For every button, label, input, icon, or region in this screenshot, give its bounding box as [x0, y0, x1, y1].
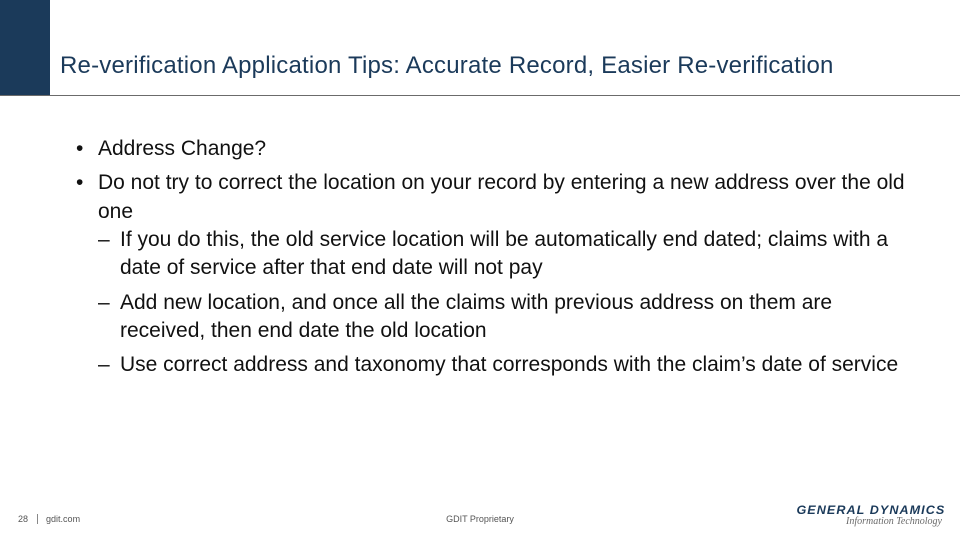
accent-corner [0, 0, 50, 95]
footer: 28 gdit.com GDIT Proprietary GENERAL DYN… [0, 502, 960, 524]
bullet-1: Address Change? [74, 135, 920, 163]
bullet-2: Do not try to correct the location on yo… [74, 169, 920, 379]
page-separator [37, 514, 38, 524]
sub-list: If you do this, the old service location… [98, 226, 920, 380]
title-rule [0, 95, 960, 96]
site-label: gdit.com [46, 514, 80, 524]
bullet-2-text: Do not try to correct the location on yo… [98, 171, 905, 222]
logo-line2: Information Technology [800, 517, 942, 527]
body-content: Address Change? Do not try to correct th… [74, 135, 920, 386]
page-number-block: 28 gdit.com [18, 514, 80, 524]
logo: GENERAL DYNAMICS Information Technology [800, 504, 942, 527]
slide-title: Re-verification Application Tips: Accura… [60, 52, 930, 80]
sub-bullet-3: Use correct address and taxonomy that co… [98, 351, 920, 379]
slide: Re-verification Application Tips: Accura… [0, 0, 960, 540]
proprietary-label: GDIT Proprietary [446, 514, 514, 524]
page-number: 28 [18, 514, 28, 524]
sub-bullet-2: Add new location, and once all the claim… [98, 289, 920, 346]
sub-bullet-1-text: If you do this, the old service location… [120, 228, 888, 279]
sub-bullet-1: If you do this, the old service location… [98, 226, 920, 283]
sub-bullet-3-text: Use correct address and taxonomy that co… [120, 353, 898, 376]
sub-bullet-2-text: Add new location, and once all the claim… [120, 291, 832, 342]
bullet-1-text: Address Change? [98, 137, 266, 160]
logo-line1: GENERAL DYNAMICS [797, 504, 946, 516]
